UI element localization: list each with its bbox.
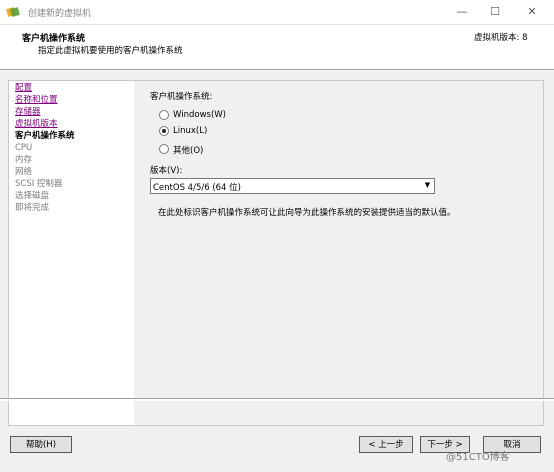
nav-item-name-location[interactable]: 名称和位置 [15, 94, 58, 106]
footer-divider [0, 398, 554, 401]
wizard-header: 客户机操作系统 指定此虚拟机要使用的客户机操作系统 虚拟机版本: 8 [0, 25, 554, 70]
minimize-button[interactable]: — [448, 3, 476, 21]
nav-item-guest-os: 客户机操作系统 [15, 131, 75, 141]
nav-item-cpu: CPU [15, 143, 33, 153]
nav-item-network: 网络 [15, 167, 33, 177]
radio-linux-label[interactable]: Linux(L) [173, 126, 207, 136]
version-select[interactable]: CentOS 4/5/6 (64 位) ▼ [150, 178, 435, 194]
vmware-logo-icon [6, 7, 20, 17]
version-select-value: CentOS 4/5/6 (64 位) [153, 183, 241, 193]
radio-linux[interactable] [159, 126, 169, 136]
page-subtitle: 指定此虚拟机要使用的客户机操作系统 [38, 46, 183, 56]
radio-windows-label[interactable]: Windows(W) [173, 110, 226, 120]
window-title: 创建新的虚拟机 [28, 9, 92, 19]
nav-item-memory: 内存 [15, 155, 33, 165]
os-group-label: 客户机操作系统: [150, 92, 213, 102]
radio-other[interactable] [159, 144, 169, 154]
vm-version-label: 虚拟机版本: 8 [474, 33, 528, 43]
radio-selected-dot [162, 129, 166, 133]
header-divider [0, 70, 554, 71]
radio-windows[interactable] [159, 110, 169, 120]
page-title: 客户机操作系统 [22, 34, 86, 44]
radio-other-label[interactable]: 其他(O) [173, 144, 203, 156]
os-hint-text: 在此处标识客户机操作系统可让此向导为此操作系统的安装提供适当的默认值。 [158, 208, 456, 218]
nav-item-config[interactable]: 配置 [15, 82, 32, 94]
wizard-window: 创建新的虚拟机 — ☐ ✕ 客户机操作系统 指定此虚拟机要使用的客户机操作系统 … [0, 0, 554, 472]
nav-item-scsi: SCSI 控制器 [15, 179, 63, 189]
version-label: 版本(V): [150, 166, 183, 176]
help-button[interactable]: 帮助(H) [10, 436, 72, 453]
nav-item-vm-version[interactable]: 虚拟机版本 [15, 118, 58, 130]
close-button[interactable]: ✕ [518, 3, 546, 21]
nav-item-finish: 即将完成 [15, 203, 50, 213]
watermark: @51CTO博客 [446, 452, 510, 463]
back-button[interactable]: < 上一步 [359, 436, 413, 453]
nav-item-storage[interactable]: 存储器 [15, 106, 41, 118]
chevron-down-icon[interactable]: ▼ [422, 180, 433, 190]
nav-item-disk: 选择磁盘 [15, 191, 50, 201]
maximize-button[interactable]: ☐ [481, 3, 509, 21]
title-bar: 创建新的虚拟机 — ☐ ✕ [0, 0, 554, 25]
